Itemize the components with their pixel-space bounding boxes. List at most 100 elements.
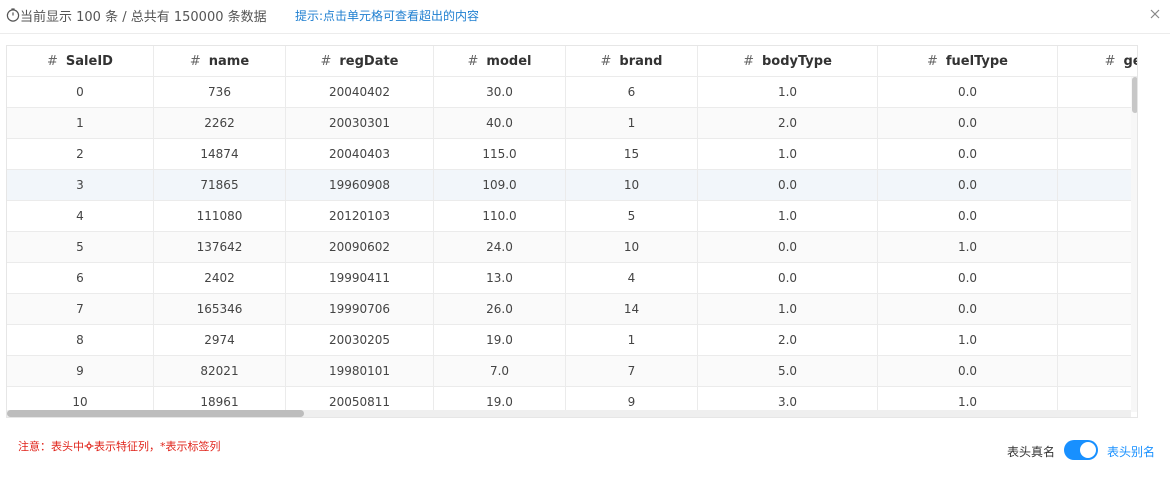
table-cell[interactable]: 19990411 <box>286 263 434 294</box>
table-cell[interactable] <box>1058 356 1137 387</box>
table-cell[interactable]: 19960908 <box>286 170 434 201</box>
table-cell[interactable]: 2 <box>7 139 154 170</box>
table-cell[interactable]: 0.0 <box>878 294 1058 325</box>
horizontal-scrollbar-thumb[interactable] <box>7 410 304 417</box>
table-cell[interactable]: 26.0 <box>434 294 566 325</box>
table-cell[interactable]: 1.0 <box>878 325 1058 356</box>
feature-hash-marker: # <box>47 53 58 69</box>
table-cell[interactable]: 82021 <box>154 356 286 387</box>
column-header-5[interactable]: # bodyType <box>698 46 878 77</box>
table-cell[interactable]: 8 <box>7 325 154 356</box>
column-header-1[interactable]: # name <box>154 46 286 77</box>
feature-gear-icon <box>84 441 94 451</box>
column-header-6[interactable]: # fuelType <box>878 46 1058 77</box>
table-cell[interactable] <box>1058 294 1137 325</box>
header-name-toggle[interactable] <box>1064 440 1098 460</box>
table-cell[interactable]: 1 <box>7 108 154 139</box>
table-cell[interactable]: 14874 <box>154 139 286 170</box>
column-header-0[interactable]: # SaleID <box>7 46 154 77</box>
table-cell[interactable] <box>1058 263 1137 294</box>
table-cell[interactable]: 111080 <box>154 201 286 232</box>
table-cell[interactable]: 4 <box>7 201 154 232</box>
table-cell[interactable]: 14 <box>566 294 698 325</box>
table-cell[interactable]: 736 <box>154 77 286 108</box>
table-cell[interactable]: 0.0 <box>698 232 878 263</box>
table-cell[interactable]: 1.0 <box>878 232 1058 263</box>
table-cell[interactable]: 0.0 <box>878 263 1058 294</box>
table-cell[interactable]: 2.0 <box>698 108 878 139</box>
table-cell[interactable]: 10 <box>566 232 698 263</box>
column-header-3[interactable]: # model <box>434 46 566 77</box>
table-cell[interactable]: 0.0 <box>878 170 1058 201</box>
table-cell[interactable]: 1.0 <box>698 139 878 170</box>
table-cell[interactable]: 71865 <box>154 170 286 201</box>
vertical-scrollbar-track[interactable] <box>1131 77 1137 412</box>
table-cell[interactable]: 9 <box>7 356 154 387</box>
vertical-scrollbar-thumb[interactable] <box>1132 77 1137 113</box>
table-cell[interactable]: 0.0 <box>878 356 1058 387</box>
table-cell[interactable] <box>1058 232 1137 263</box>
table-cell[interactable]: 7 <box>566 356 698 387</box>
table-cell[interactable]: 13.0 <box>434 263 566 294</box>
table-cell[interactable]: 15 <box>566 139 698 170</box>
table-cell[interactable]: 20030301 <box>286 108 434 139</box>
table-cell[interactable]: 19990706 <box>286 294 434 325</box>
column-header-2[interactable]: # regDate <box>286 46 434 77</box>
table-cell[interactable] <box>1058 108 1137 139</box>
table-cell[interactable]: 0.0 <box>878 108 1058 139</box>
table-cell[interactable]: 20120103 <box>286 201 434 232</box>
table-cell[interactable]: 5 <box>7 232 154 263</box>
note-suffix: 表示特征列，*表示标签列 <box>94 440 221 453</box>
table-cell[interactable]: 0.0 <box>698 170 878 201</box>
table-cell[interactable]: 2974 <box>154 325 286 356</box>
table-cell[interactable]: 2262 <box>154 108 286 139</box>
toggle-label-alias: 表头别名 <box>1107 445 1156 459</box>
table-cell[interactable]: 1.0 <box>698 77 878 108</box>
column-header-4[interactable]: # brand <box>566 46 698 77</box>
table-cell[interactable]: 165346 <box>154 294 286 325</box>
table-cell[interactable]: 19980101 <box>286 356 434 387</box>
table-cell[interactable]: 115.0 <box>434 139 566 170</box>
table-cell[interactable]: 20090602 <box>286 232 434 263</box>
table-cell[interactable] <box>1058 201 1137 232</box>
table-cell[interactable]: 6 <box>566 77 698 108</box>
table-cell[interactable]: 30.0 <box>434 77 566 108</box>
table-cell[interactable]: 2402 <box>154 263 286 294</box>
table-cell[interactable] <box>1058 170 1137 201</box>
table-cell[interactable]: 5 <box>566 201 698 232</box>
table-cell[interactable]: 20040403 <box>286 139 434 170</box>
table-cell[interactable]: 20030205 <box>286 325 434 356</box>
column-header-7[interactable]: # gea <box>1058 46 1137 77</box>
table-cell[interactable]: 6 <box>7 263 154 294</box>
table-cell[interactable]: 1.0 <box>698 201 878 232</box>
table-cell[interactable]: 7 <box>7 294 154 325</box>
table-cell[interactable]: 1 <box>566 325 698 356</box>
table-row: 0 736 20040402 30.0 6 1.0 0.0 <box>7 77 1137 108</box>
table-cell[interactable]: 0.0 <box>698 263 878 294</box>
table-cell[interactable]: 1.0 <box>698 294 878 325</box>
table-cell[interactable]: 109.0 <box>434 170 566 201</box>
table-cell[interactable]: 40.0 <box>434 108 566 139</box>
table-cell[interactable]: 0.0 <box>878 77 1058 108</box>
table-cell[interactable]: 0.0 <box>878 201 1058 232</box>
table-cell[interactable]: 5.0 <box>698 356 878 387</box>
table-cell[interactable]: 2.0 <box>698 325 878 356</box>
table-cell[interactable]: 0 <box>7 77 154 108</box>
table-cell[interactable]: 24.0 <box>434 232 566 263</box>
close-icon[interactable] <box>1148 6 1162 20</box>
table-cell[interactable]: 20040402 <box>286 77 434 108</box>
table-cell[interactable] <box>1058 325 1137 356</box>
table-cell[interactable]: 19.0 <box>434 325 566 356</box>
table-cell[interactable]: 3 <box>7 170 154 201</box>
table-cell[interactable]: 4 <box>566 263 698 294</box>
table-cell[interactable]: 137642 <box>154 232 286 263</box>
table-cell[interactable]: 1 <box>566 108 698 139</box>
table-row: 9 82021 19980101 7.0 7 5.0 0.0 <box>7 356 1137 387</box>
table-cell[interactable]: 0.0 <box>878 139 1058 170</box>
table-cell[interactable]: 7.0 <box>434 356 566 387</box>
feature-hash-marker: # <box>1104 53 1116 69</box>
table-cell[interactable] <box>1058 77 1137 108</box>
table-cell[interactable] <box>1058 139 1137 170</box>
table-cell[interactable]: 10 <box>566 170 698 201</box>
table-cell[interactable]: 110.0 <box>434 201 566 232</box>
